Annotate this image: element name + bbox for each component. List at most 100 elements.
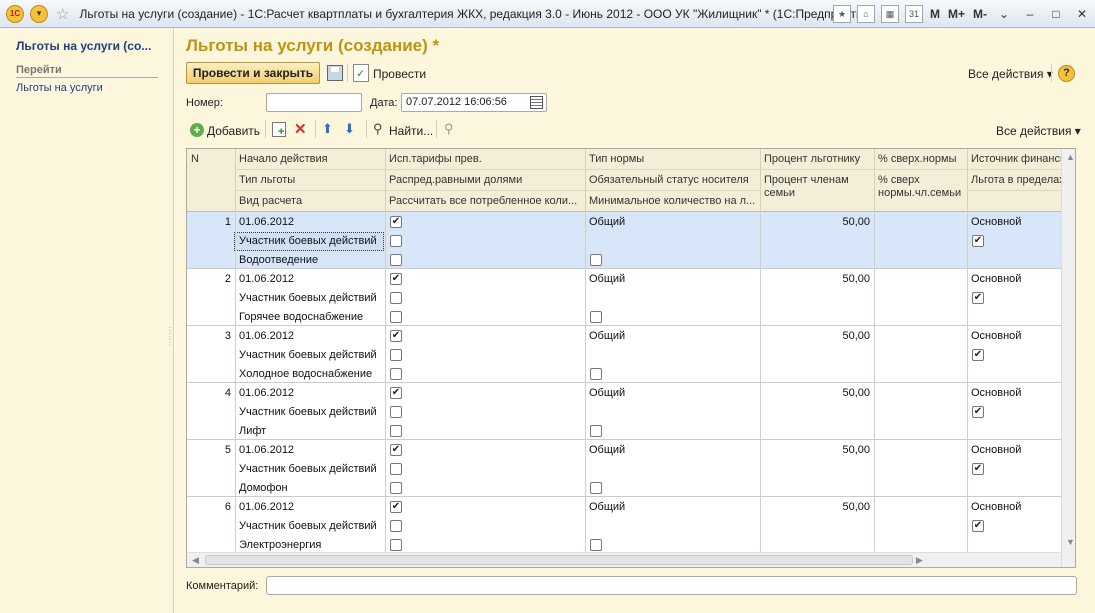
norm-type-cell[interactable]: Общий: [585, 214, 760, 231]
calendar-picker-icon[interactable]: [530, 96, 543, 109]
scroll-up-icon[interactable]: ▲: [1066, 152, 1075, 162]
benefits-table[interactable]: N Начало действия Тип льготы Вид расчета…: [186, 148, 1076, 568]
vertical-scrollbar[interactable]: ▲ ▼: [1061, 149, 1075, 567]
search-icon[interactable]: ⚲: [373, 121, 383, 137]
memory-m-button[interactable]: M: [930, 7, 940, 21]
cancel-search-icon[interactable]: ⚲: [444, 121, 454, 137]
table-row[interactable]: 1 01.06.2012 Участник боевых действий Во…: [187, 212, 1061, 269]
min-quantity-checkbox[interactable]: [590, 311, 602, 323]
pct-beneficiary-cell[interactable]: 50,00: [760, 328, 874, 345]
move-down-icon[interactable]: ⬇: [344, 121, 355, 137]
add-button[interactable]: Добавить: [207, 124, 260, 138]
calc-type-cell[interactable]: Холодное водоснабжение: [235, 366, 385, 383]
post-icon[interactable]: [353, 64, 369, 82]
norm-type-cell[interactable]: Общий: [585, 271, 760, 288]
delete-icon[interactable]: ✕: [294, 120, 307, 138]
calc-type-cell[interactable]: Домофон: [235, 480, 385, 497]
start-date-cell[interactable]: 01.06.2012: [235, 442, 385, 459]
equal-shares-checkbox[interactable]: [390, 406, 402, 418]
calendar-icon[interactable]: 31: [904, 5, 923, 23]
calc-all-checkbox[interactable]: [390, 482, 402, 494]
benefit-type-cell[interactable]: Участник боевых действий: [235, 404, 385, 421]
dropdown-icon[interactable]: ⌄: [993, 5, 1015, 23]
benefit-type-cell[interactable]: Участник боевых действий: [234, 232, 384, 251]
close-icon[interactable]: ✕: [1071, 5, 1093, 23]
panel-splitter-icon[interactable]: ⋮ ⋮ ⋮: [166, 327, 174, 347]
equal-shares-checkbox[interactable]: [390, 292, 402, 304]
history-icon[interactable]: ⌂: [856, 5, 875, 23]
within-limits-checkbox[interactable]: ✔: [972, 463, 984, 475]
app-logo-icon[interactable]: 1С: [6, 4, 24, 23]
horizontal-scroll-thumb[interactable]: [205, 555, 913, 565]
calc-type-cell[interactable]: Лифт: [235, 423, 385, 440]
post-and-close-button[interactable]: Провести и закрыть: [186, 62, 320, 84]
header-calc-type[interactable]: Вид расчета: [235, 193, 385, 210]
header-n[interactable]: N: [187, 151, 203, 168]
pct-beneficiary-cell[interactable]: 50,00: [760, 214, 874, 231]
save-icon[interactable]: [327, 65, 343, 81]
table-row[interactable]: 2 01.06.2012 Участник боевых действий Го…: [187, 269, 1061, 326]
pct-beneficiary-cell[interactable]: 50,00: [760, 271, 874, 288]
header-start[interactable]: Начало действия: [235, 151, 385, 168]
header-min-quantity[interactable]: Минимальное количество на л...: [585, 193, 760, 210]
copy-row-icon[interactable]: [272, 122, 286, 138]
header-over-norm[interactable]: % сверх.нормы: [874, 151, 967, 168]
norm-type-cell[interactable]: Общий: [585, 499, 760, 516]
main-menu-icon[interactable]: ▾: [30, 4, 48, 23]
calculator-icon[interactable]: ▦: [880, 5, 899, 23]
pct-beneficiary-cell[interactable]: 50,00: [760, 385, 874, 402]
header-within-limits[interactable]: Льгота в пределах: [967, 172, 1061, 189]
funding-source-cell[interactable]: Основной: [967, 328, 1061, 345]
number-field[interactable]: [266, 93, 362, 112]
calc-type-cell[interactable]: Горячее водоснабжение: [235, 309, 385, 326]
calc-all-checkbox[interactable]: [390, 539, 402, 551]
funding-source-cell[interactable]: Основной: [967, 214, 1061, 231]
min-quantity-checkbox[interactable]: [590, 368, 602, 380]
post-button[interactable]: Провести: [373, 67, 426, 81]
horizontal-scrollbar[interactable]: ◀ ▶: [187, 552, 1061, 567]
benefit-type-cell[interactable]: Участник боевых действий: [235, 347, 385, 364]
start-date-cell[interactable]: 01.06.2012: [235, 271, 385, 288]
favorites-star-icon[interactable]: ☆: [56, 5, 69, 23]
benefit-type-cell[interactable]: Участник боевых действий: [235, 518, 385, 535]
scroll-right-icon[interactable]: ▶: [916, 555, 923, 566]
nav-link-benefits[interactable]: Льготы на услуги: [16, 82, 103, 94]
date-field[interactable]: 07.07.2012 16:06:56: [401, 93, 547, 112]
comment-field[interactable]: [266, 576, 1077, 595]
table-row[interactable]: 4 01.06.2012 Участник боевых действий Ли…: [187, 383, 1061, 440]
min-quantity-checkbox[interactable]: [590, 482, 602, 494]
table-all-actions-menu[interactable]: Все действия ▾: [996, 124, 1081, 138]
calc-type-cell[interactable]: Водоотведение: [235, 252, 385, 269]
tariffs-checkbox[interactable]: ✔: [390, 501, 402, 513]
table-row[interactable]: 5 01.06.2012 Участник боевых действий До…: [187, 440, 1061, 497]
add-icon[interactable]: +: [190, 123, 204, 137]
calc-all-checkbox[interactable]: [390, 368, 402, 380]
equal-shares-checkbox[interactable]: [390, 463, 402, 475]
min-quantity-checkbox[interactable]: [590, 539, 602, 551]
start-date-cell[interactable]: 01.06.2012: [235, 214, 385, 231]
pct-beneficiary-cell[interactable]: 50,00: [760, 499, 874, 516]
funding-source-cell[interactable]: Основной: [967, 442, 1061, 459]
scroll-left-icon[interactable]: ◀: [192, 555, 199, 566]
header-calc-all[interactable]: Рассчитать все потребленное коли...: [385, 193, 585, 210]
equal-shares-checkbox[interactable]: [390, 349, 402, 361]
norm-type-cell[interactable]: Общий: [585, 328, 760, 345]
calc-all-checkbox[interactable]: [390, 254, 402, 266]
add-favorite-icon[interactable]: ★: [832, 5, 851, 23]
within-limits-checkbox[interactable]: ✔: [972, 292, 984, 304]
funding-source-cell[interactable]: Основной: [967, 271, 1061, 288]
tariffs-checkbox[interactable]: ✔: [390, 387, 402, 399]
min-quantity-checkbox[interactable]: [590, 254, 602, 266]
equal-shares-checkbox[interactable]: [390, 235, 402, 247]
start-date-cell[interactable]: 01.06.2012: [235, 385, 385, 402]
tariffs-checkbox[interactable]: ✔: [390, 273, 402, 285]
funding-source-cell[interactable]: Основной: [967, 499, 1061, 516]
pct-beneficiary-cell[interactable]: 50,00: [760, 442, 874, 459]
tariffs-checkbox[interactable]: ✔: [390, 444, 402, 456]
within-limits-checkbox[interactable]: ✔: [972, 406, 984, 418]
header-tariffs[interactable]: Исп.тарифы прев.: [385, 151, 585, 168]
benefit-type-cell[interactable]: Участник боевых действий: [235, 290, 385, 307]
header-benefit-type[interactable]: Тип льготы: [235, 172, 385, 189]
start-date-cell[interactable]: 01.06.2012: [235, 499, 385, 516]
header-funding-source[interactable]: Источник финансирования: [967, 151, 1061, 168]
